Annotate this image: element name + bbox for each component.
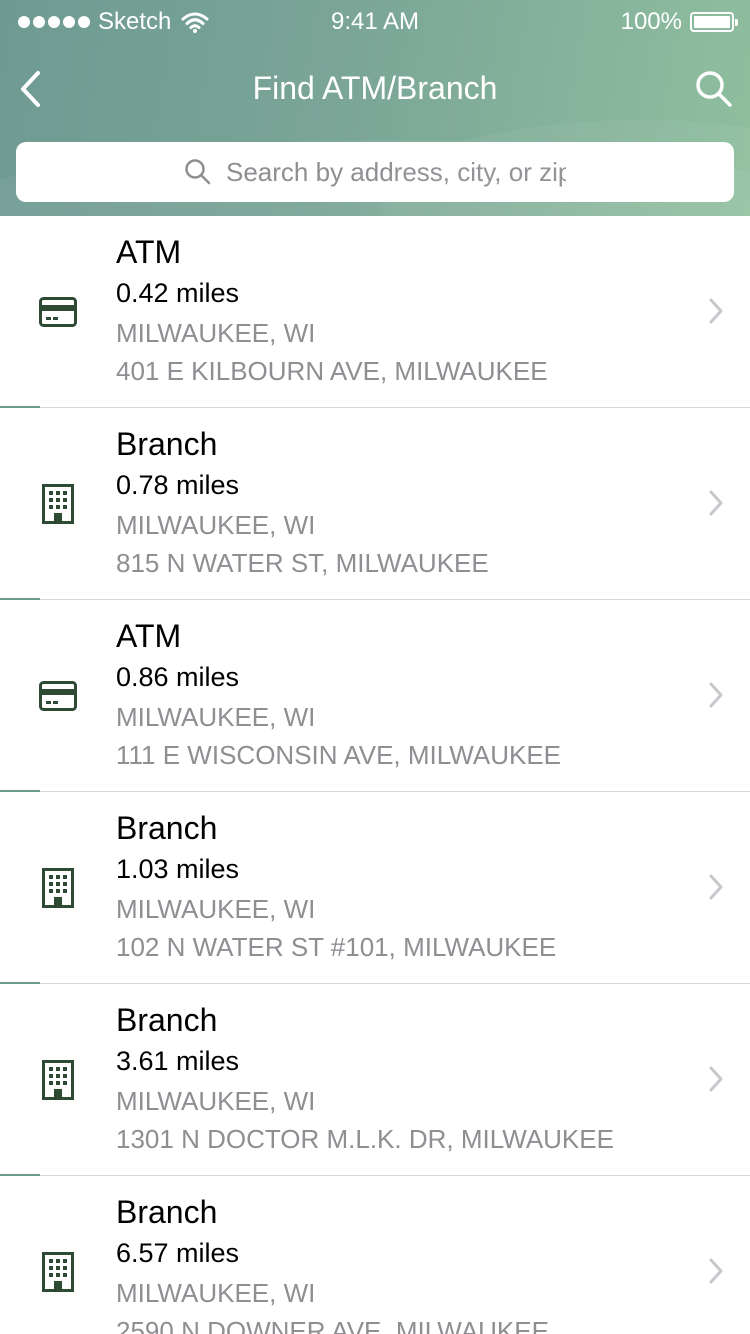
location-city: MILWAUKEE, WI bbox=[116, 1086, 316, 1116]
battery-icon bbox=[690, 12, 738, 32]
building-icon bbox=[38, 868, 78, 908]
location-details: Branch 6.57 miles MILWAUKEE, WI 2590 N D… bbox=[116, 1192, 549, 1334]
status-right: 100% bbox=[620, 2, 738, 42]
search-icon bbox=[184, 158, 212, 186]
location-address: 1301 N DOCTOR M.L.K. DR, MILWAUKEE bbox=[116, 1124, 614, 1154]
list-item[interactable]: ATM 0.42 miles MILWAUKEE, WI 401 E KILBO… bbox=[0, 216, 750, 408]
search-field[interactable] bbox=[16, 142, 734, 202]
credit-card-icon bbox=[38, 292, 78, 332]
building-icon bbox=[38, 1252, 78, 1292]
location-address: 401 E KILBOURN AVE, MILWAUKEE bbox=[116, 356, 548, 386]
status-bar: Sketch 9:41 AM 100% bbox=[0, 0, 750, 40]
search-input[interactable] bbox=[226, 156, 566, 188]
nav-bar: Find ATM/Branch bbox=[0, 58, 750, 122]
building-icon bbox=[38, 484, 78, 524]
location-type: ATM bbox=[116, 618, 182, 654]
list-item[interactable]: Branch 0.78 miles MILWAUKEE, WI 815 N WA… bbox=[0, 408, 750, 600]
location-type: Branch bbox=[116, 810, 218, 846]
location-distance: 6.57 miles bbox=[116, 1238, 240, 1268]
chevron-right-icon bbox=[706, 488, 726, 518]
location-distance: 0.78 miles bbox=[116, 470, 240, 500]
credit-card-icon bbox=[38, 676, 78, 716]
search-icon bbox=[696, 71, 732, 107]
location-address: 102 N WATER ST #101, MILWAUKEE bbox=[116, 932, 557, 962]
chevron-right-icon bbox=[706, 1064, 726, 1094]
location-details: ATM 0.86 miles MILWAUKEE, WI 111 E WISCO… bbox=[116, 616, 561, 774]
chevron-right-icon bbox=[706, 872, 726, 902]
location-type: Branch bbox=[116, 1194, 218, 1230]
location-list: ATM 0.42 miles MILWAUKEE, WI 401 E KILBO… bbox=[0, 216, 750, 1334]
location-city: MILWAUKEE, WI bbox=[116, 1278, 316, 1308]
location-city: MILWAUKEE, WI bbox=[116, 510, 316, 540]
location-address: 2590 N DOWNER AVE, MILWAUKEE bbox=[116, 1316, 549, 1334]
list-item[interactable]: ATM 0.86 miles MILWAUKEE, WI 111 E WISCO… bbox=[0, 600, 750, 792]
page-title: Find ATM/Branch bbox=[252, 70, 498, 106]
location-distance: 0.86 miles bbox=[116, 662, 240, 692]
location-address: 111 E WISCONSIN AVE, MILWAUKEE bbox=[116, 740, 561, 770]
location-type: Branch bbox=[116, 1002, 218, 1038]
location-city: MILWAUKEE, WI bbox=[116, 894, 316, 924]
list-item[interactable]: Branch 6.57 miles MILWAUKEE, WI 2590 N D… bbox=[0, 1176, 750, 1334]
location-details: Branch 1.03 miles MILWAUKEE, WI 102 N WA… bbox=[116, 808, 556, 966]
chevron-right-icon bbox=[706, 680, 726, 710]
location-details: ATM 0.42 miles MILWAUKEE, WI 401 E KILBO… bbox=[116, 232, 548, 390]
location-address: 815 N WATER ST, MILWAUKEE bbox=[116, 548, 489, 578]
location-type: ATM bbox=[116, 234, 182, 270]
search-button[interactable] bbox=[692, 64, 736, 114]
list-item[interactable]: Branch 1.03 miles MILWAUKEE, WI 102 N WA… bbox=[0, 792, 750, 984]
location-distance: 3.61 miles bbox=[116, 1046, 240, 1076]
building-icon bbox=[38, 1060, 78, 1100]
battery-percent: 100% bbox=[620, 8, 682, 35]
location-city: MILWAUKEE, WI bbox=[116, 702, 316, 732]
location-details: Branch 0.78 miles MILWAUKEE, WI 815 N WA… bbox=[116, 424, 489, 582]
location-city: MILWAUKEE, WI bbox=[116, 318, 316, 348]
list-item[interactable]: Branch 3.61 miles MILWAUKEE, WI 1301 N D… bbox=[0, 984, 750, 1176]
location-details: Branch 3.61 miles MILWAUKEE, WI 1301 N D… bbox=[116, 1000, 614, 1158]
header: Sketch 9:41 AM 100% Find ATM/Branch bbox=[0, 0, 750, 216]
location-distance: 0.42 miles bbox=[116, 278, 240, 308]
chevron-right-icon bbox=[706, 1256, 726, 1286]
chevron-right-icon bbox=[706, 296, 726, 326]
location-distance: 1.03 miles bbox=[116, 854, 240, 884]
location-type: Branch bbox=[116, 426, 218, 462]
